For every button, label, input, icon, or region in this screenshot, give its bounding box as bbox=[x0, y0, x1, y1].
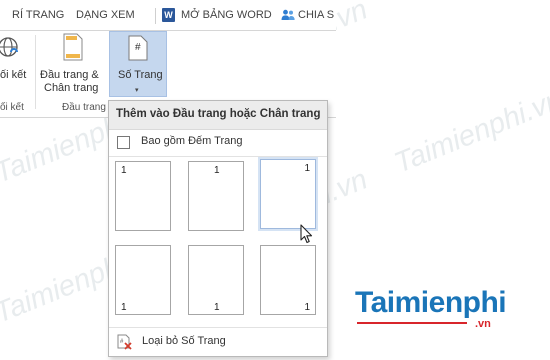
mouse-cursor-icon bbox=[300, 224, 313, 244]
page-count-checkbox-label: Bao gồm Đếm Trang bbox=[141, 135, 243, 147]
tab-page-layout[interactable]: RÍ TRANG bbox=[12, 0, 64, 30]
dropdown-header-title: Thêm vào Đầu trang hoặc Chân trang bbox=[116, 108, 321, 120]
header-footer-button[interactable]: Đầu trang & Chân trang bbox=[38, 31, 108, 97]
tab-view[interactable]: DẠNG XEM bbox=[76, 0, 135, 30]
group-divider bbox=[35, 35, 36, 109]
svg-text:#: # bbox=[135, 42, 141, 53]
dropdown-divider bbox=[109, 156, 327, 157]
word-icon: W bbox=[162, 8, 175, 22]
dropdown-header: Thêm vào Đầu trang hoặc Chân trang bbox=[109, 101, 327, 130]
page-number-option-bottom-right[interactable]: 1 bbox=[260, 245, 316, 315]
remove-page-number-icon: # bbox=[117, 334, 132, 350]
header-footer-label-line2: Chân trang bbox=[44, 82, 99, 94]
page-number-digit: 1 bbox=[304, 302, 310, 313]
page-number-icon: # bbox=[128, 35, 148, 61]
header-footer-icon bbox=[63, 33, 83, 61]
watermark: Taimienphi.vn bbox=[390, 83, 550, 180]
page-number-option-top-right[interactable]: 1 bbox=[260, 159, 316, 229]
brand-underline bbox=[357, 322, 467, 324]
dropdown-divider bbox=[109, 327, 327, 328]
tab-open-in-word[interactable]: MỞ BẢNG WORD bbox=[181, 0, 272, 30]
page-number-option-top-left[interactable]: 1 bbox=[115, 161, 171, 231]
page-count-checkbox-row[interactable]: Bao gồm Đếm Trang bbox=[115, 135, 315, 151]
remove-page-numbers-item[interactable]: # Loại bỏ Số Trang bbox=[115, 333, 315, 351]
page-number-option-bottom-left[interactable]: 1 bbox=[115, 245, 171, 315]
page-number-option-top-center[interactable]: 1 bbox=[188, 161, 244, 231]
page-number-button-label: Số Trang bbox=[118, 69, 163, 81]
page-number-digit: 1 bbox=[121, 302, 127, 313]
people-icon bbox=[281, 9, 295, 20]
remove-page-numbers-label: Loại bỏ Số Trang bbox=[142, 335, 226, 347]
brand-suffix: .vn bbox=[475, 318, 491, 330]
page-number-button[interactable]: # Số Trang ▾ bbox=[109, 31, 167, 97]
link-button[interactable]: ối kết bbox=[0, 31, 34, 83]
page-number-digit: 1 bbox=[214, 302, 220, 313]
page-number-digit: 1 bbox=[121, 165, 127, 176]
page-count-checkbox[interactable] bbox=[117, 136, 130, 149]
header-footer-group-label: Đầu trang bbox=[62, 102, 106, 113]
tab-divider bbox=[155, 8, 156, 24]
brand-logo: Taimienphi .vn bbox=[355, 286, 507, 330]
chevron-down-icon: ▾ bbox=[135, 87, 139, 94]
link-button-label: ối kết bbox=[0, 69, 27, 81]
header-footer-label-line1: Đầu trang & bbox=[40, 69, 99, 81]
brand-name: Taimienphi bbox=[355, 286, 507, 319]
ribbon-tab-bar: RÍ TRANG DẠNG XEM W MỞ BẢNG WORD CHIA S bbox=[0, 0, 336, 31]
page-number-option-bottom-center[interactable]: 1 bbox=[188, 245, 244, 315]
link-group-label: ối kết bbox=[0, 102, 24, 113]
page-number-digit: 1 bbox=[214, 165, 220, 176]
globe-link-icon bbox=[0, 37, 18, 57]
page-number-dropdown: Thêm vào Đầu trang hoặc Chân trang Bao g… bbox=[108, 100, 328, 357]
page-number-digit: 1 bbox=[304, 163, 310, 174]
tab-share[interactable]: CHIA S bbox=[298, 0, 334, 30]
